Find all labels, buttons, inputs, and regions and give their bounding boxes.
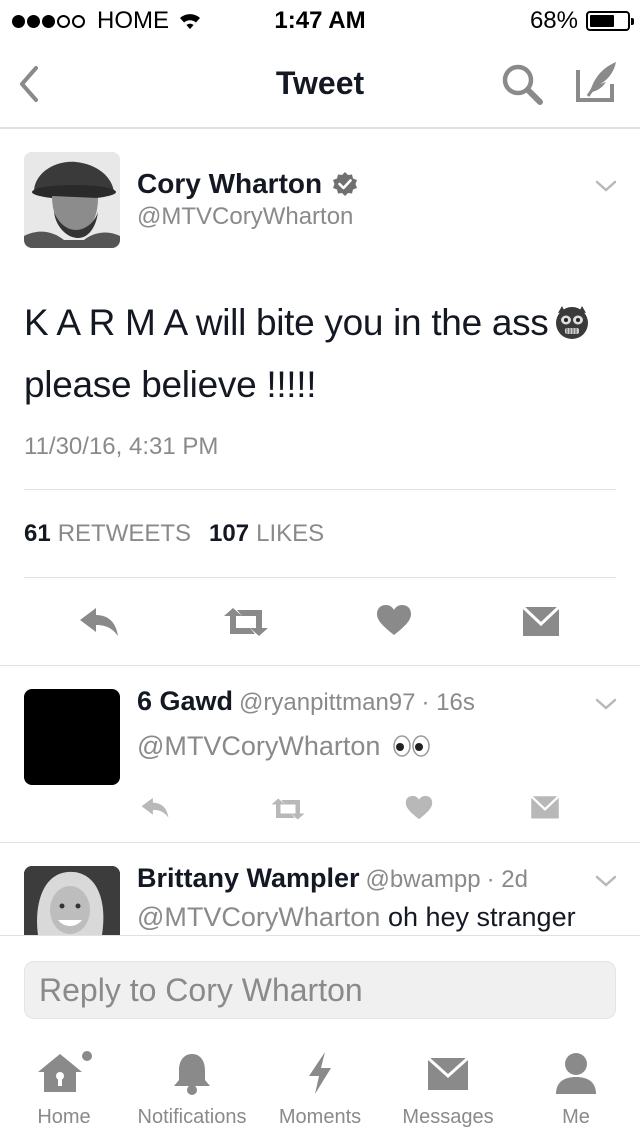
author-avatar[interactable] — [24, 152, 120, 248]
divider — [0, 842, 640, 843]
tweet-text-line2: please believe !!!!! — [24, 364, 317, 405]
retweet-icon[interactable] — [270, 797, 306, 821]
like-count: 107 — [209, 520, 250, 547]
avatar-photo — [24, 866, 120, 935]
tab-messages[interactable]: Messages — [392, 1036, 504, 1136]
reply-body: oh hey stranger — [387, 902, 576, 932]
verified-badge-icon — [333, 172, 358, 196]
status-bar: HOME 1:47 AM 68% — [0, 0, 640, 40]
reply-author-handle: @bwampp — [365, 866, 481, 893]
tab-label-home: Home — [37, 1106, 91, 1128]
retweet-label: RETWEETS — [57, 520, 192, 547]
reply-author-handle: @ryanpittman97 — [239, 689, 416, 716]
tab-notifications[interactable]: Notifications — [128, 1036, 256, 1136]
tweet-stats: 61 RETWEETS 107 LIKES — [24, 520, 324, 548]
reply-icon[interactable] — [139, 795, 171, 819]
status-right: 68% — [529, 7, 634, 35]
reply-mention[interactable]: @MTVCoryWharton — [137, 731, 380, 761]
envelope-icon — [426, 1056, 470, 1090]
tab-bar: Home Notifications Moments Messages Me — [0, 1036, 640, 1136]
bell-icon — [174, 1054, 210, 1095]
reply-icon[interactable] — [78, 604, 120, 638]
reply-author-name: 6 Gawd — [137, 686, 234, 716]
reply-author[interactable]: Brittany Wampler @bwampp · 2d — [137, 863, 528, 894]
reply-text: @MTVCoryWharton oh hey stranger — [137, 902, 576, 933]
eyes-emoji-icon — [393, 735, 430, 757]
tab-label-me: Me — [562, 1106, 590, 1128]
reply-time: · 2d — [486, 866, 528, 893]
retweet-icon[interactable] — [222, 606, 270, 638]
chevron-down-icon[interactable] — [594, 873, 618, 889]
monster-emoji-icon — [555, 306, 588, 339]
like-stat[interactable]: 107 LIKES — [209, 520, 324, 548]
nav-bar: Tweet — [0, 40, 640, 129]
reply-bar: Reply to Cory Wharton — [0, 935, 640, 1035]
reply-time: · 16s — [421, 689, 475, 716]
tab-label-messages: Messages — [402, 1106, 494, 1128]
tweet-text-line1: K A R M A will bite you in the ass — [24, 302, 549, 343]
divider — [0, 665, 640, 666]
reply-avatar[interactable] — [24, 689, 120, 785]
chevron-down-icon[interactable] — [594, 178, 618, 194]
reply-mention[interactable]: @MTVCoryWharton — [137, 902, 380, 932]
reply-author[interactable]: 6 Gawd @ryanpittman97 · 16s — [137, 686, 475, 717]
compose-icon[interactable] — [572, 58, 620, 106]
retweet-count: 61 — [24, 520, 51, 547]
like-icon[interactable] — [376, 604, 412, 636]
author-name-text: Cory Wharton — [137, 168, 323, 199]
author-name[interactable]: Cory Wharton — [137, 168, 358, 200]
reply-input[interactable]: Reply to Cory Wharton — [24, 961, 616, 1019]
tab-label-moments: Moments — [278, 1106, 362, 1128]
battery-icon — [586, 11, 634, 31]
divider — [24, 577, 616, 578]
author-handle[interactable]: @MTVCoryWharton — [137, 203, 353, 231]
chevron-down-icon[interactable] — [594, 696, 618, 712]
like-icon[interactable] — [405, 795, 433, 820]
tab-label-notifications: Notifications — [137, 1106, 247, 1128]
reply-author-name: Brittany Wampler — [137, 863, 360, 893]
like-label: LIKES — [256, 520, 325, 547]
retweet-stat[interactable]: 61 RETWEETS — [24, 520, 191, 548]
home-icon — [38, 1051, 92, 1092]
tweet-text: K A R M A will bite you in the ass pleas… — [24, 292, 620, 416]
lightning-icon — [309, 1052, 331, 1094]
tab-me[interactable]: Me — [532, 1036, 620, 1136]
tab-moments[interactable]: Moments — [266, 1036, 374, 1136]
avatar-photo — [24, 152, 120, 248]
tweet-timestamp: 11/30/16, 4:31 PM — [24, 433, 219, 460]
tab-home[interactable]: Home — [12, 1036, 116, 1136]
message-icon[interactable] — [522, 604, 560, 638]
search-icon[interactable] — [498, 60, 546, 108]
message-icon[interactable] — [530, 794, 560, 820]
reply-avatar[interactable] — [24, 866, 120, 935]
divider — [24, 489, 616, 490]
person-icon — [556, 1053, 596, 1094]
battery-percent: 68% — [529, 7, 578, 34]
reply-text: @MTVCoryWharton — [137, 731, 432, 762]
